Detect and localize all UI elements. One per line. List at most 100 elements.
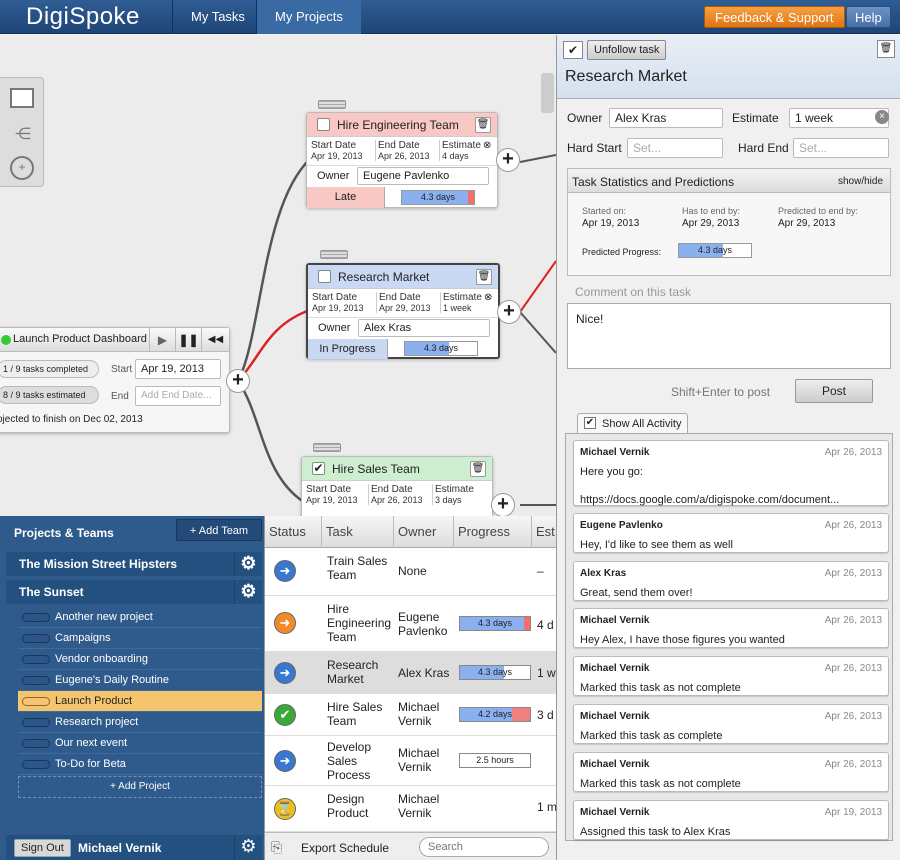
sidebar-project-selected[interactable]: Launch Product (18, 691, 262, 712)
hard-end-field[interactable]: Set... (793, 138, 889, 158)
team-item[interactable]: The Mission Street Hipsters ⚙ (6, 552, 262, 576)
start-date[interactable]: Apr 19, 2013 (311, 151, 363, 161)
add-subtask-icon[interactable]: + (491, 493, 515, 516)
add-subtask-icon[interactable]: + (496, 148, 520, 172)
toggle-icon[interactable] (22, 739, 50, 748)
end-date[interactable]: Apr 29, 2013 (379, 303, 431, 313)
start-date[interactable]: Apr 19, 2013 (312, 303, 364, 313)
sidebar-project[interactable]: Vendor onboarding (18, 649, 262, 670)
table-row[interactable]: ✔ Hire Sales Team Michael Vernik 4.2 day… (265, 694, 556, 736)
task-node-research-market[interactable]: Research Market 🗑 Start Date Apr 19, 2013 … (306, 263, 500, 359)
table-row[interactable]: ➜ Hire Engineering Team Eugene Pavlenko … (265, 596, 556, 652)
toggle-icon[interactable] (22, 718, 50, 727)
sign-out-button[interactable]: Sign Out (14, 839, 71, 857)
team-item[interactable]: The Sunset ⚙ (6, 580, 262, 604)
show-all-checkbox[interactable]: ✔ (584, 417, 596, 429)
drag-handle-icon[interactable] (318, 100, 346, 109)
add-subtask-icon[interactable]: + (497, 300, 521, 324)
end-date[interactable]: Apr 26, 2013 (378, 151, 430, 161)
owner-field[interactable]: Alex Kras (358, 319, 490, 337)
trash-icon[interactable]: 🗑 (877, 40, 895, 58)
toggle-icon[interactable] (22, 697, 50, 706)
drag-handle-icon[interactable] (313, 443, 341, 452)
table-row-selected[interactable]: ➜ Research Market Alex Kras 4.3 days 1 w (265, 652, 556, 694)
owner-field[interactable]: Eugene Pavlenko (357, 167, 489, 185)
column-status[interactable]: Status (265, 516, 322, 548)
table-row[interactable]: ⌛ Design Product Michael Vernik 1 m (265, 786, 556, 832)
estimate[interactable]: 1 week (443, 303, 472, 313)
center-target-icon[interactable]: + (10, 156, 34, 180)
nav-my-tasks[interactable]: My Tasks (172, 0, 263, 34)
panel-task-title[interactable]: Research Market (565, 68, 687, 86)
feedback-button[interactable]: Feedback & Support (704, 6, 845, 28)
show-hide-toggle[interactable]: show/hide (838, 176, 883, 187)
estimate-field[interactable]: 1 week (789, 108, 889, 128)
sidebar-project[interactable]: Eugene's Daily Routine (18, 670, 262, 691)
toggle-icon[interactable] (22, 634, 50, 643)
trash-icon[interactable]: 🗑 (475, 117, 491, 133)
column-task[interactable]: Task (322, 516, 394, 548)
task-node-hire-engineering[interactable]: Hire Engineering Team 🗑 Start Date Apr 19,… (306, 112, 498, 208)
toggle-icon[interactable] (22, 676, 50, 685)
task-node-hire-sales[interactable]: ✔ Hire Sales Team 🗑 Start Date Apr 19, 2013… (301, 456, 493, 516)
toggle-icon[interactable] (22, 655, 50, 664)
sidebar-project[interactable]: Our next event (18, 733, 262, 754)
column-estimate[interactable]: Est (532, 516, 556, 548)
complete-checkbox[interactable] (317, 118, 330, 131)
project-node[interactable]: Launch Product Dashboard ▶ ❚❚ ◀◀ 1 / 9 t… (0, 327, 230, 433)
table-row[interactable]: ➜ Train Sales Team None – (265, 548, 556, 596)
fit-view-icon[interactable] (10, 88, 34, 108)
add-team-button[interactable]: + Add Team (176, 519, 262, 541)
rewind-icon[interactable]: ◀◀ (201, 328, 229, 352)
project-title[interactable]: Launch Product Dashboard (13, 333, 147, 345)
gear-icon[interactable]: ⚙ (234, 580, 262, 604)
clear-estimate-icon[interactable]: ⊗ (484, 292, 492, 303)
sidebar-project[interactable]: To-Do for Beta (18, 754, 262, 775)
nav-my-projects[interactable]: My Projects (256, 0, 361, 34)
export-icon[interactable]: ⎘ (271, 839, 282, 856)
trash-icon[interactable]: 🗑 (476, 269, 492, 285)
table-row[interactable]: ➜ Develop Sales Process Michael Vernik 2… (265, 736, 556, 786)
gear-icon[interactable]: ⚙ (234, 552, 262, 576)
trash-icon[interactable]: 🗑 (470, 461, 486, 477)
project-canvas[interactable]: ⋲ + Hire Engineering Team 🗑 Start Date Apr… (0, 35, 556, 516)
tree-layout-icon[interactable]: ⋲ (8, 124, 38, 144)
sidebar-project[interactable]: Another new project (18, 607, 262, 628)
logo[interactable]: DigiSpoke (26, 3, 140, 31)
search-input[interactable] (419, 837, 549, 857)
show-all-activity-tab[interactable]: ✔ Show All Activity (577, 413, 689, 433)
play-icon[interactable]: ▶ (149, 328, 175, 352)
project-start-field[interactable]: Apr 19, 2013 (135, 359, 221, 379)
canvas-scrollbar[interactable] (541, 73, 554, 113)
status-badge[interactable]: Late (307, 187, 385, 208)
post-button[interactable]: Post (795, 379, 873, 403)
project-end-field[interactable]: Add End Date... (135, 386, 221, 406)
add-project-button[interactable]: + Add Project (18, 776, 262, 798)
start-date[interactable]: Apr 19, 2013 (306, 495, 358, 505)
check-icon[interactable]: ✔ (563, 41, 583, 59)
toggle-icon[interactable] (22, 613, 50, 622)
complete-checkbox-checked[interactable]: ✔ (312, 462, 325, 475)
clear-estimate-icon[interactable]: ⊗ (483, 140, 491, 151)
sidebar-project[interactable]: Campaigns (18, 628, 262, 649)
comment-input[interactable]: Nice! (567, 303, 891, 369)
complete-checkbox[interactable] (318, 270, 331, 283)
unfollow-task-button[interactable]: Unfollow task (587, 40, 667, 60)
export-schedule-button[interactable]: Export Schedule (301, 841, 389, 855)
end-date[interactable]: Apr 26, 2013 (371, 495, 423, 505)
column-progress[interactable]: Progress (454, 516, 532, 548)
owner-field[interactable]: Alex Kras (609, 108, 723, 128)
hard-start-field[interactable]: Set... (627, 138, 723, 158)
toggle-icon[interactable] (22, 760, 50, 769)
help-button[interactable]: Help (846, 6, 891, 28)
gear-icon[interactable]: ⚙ (234, 835, 262, 860)
status-badge[interactable]: In Progress (308, 339, 388, 359)
estimate[interactable]: 4 days (442, 151, 469, 161)
add-task-icon[interactable]: + (226, 369, 250, 393)
column-owner[interactable]: Owner (394, 516, 454, 548)
sidebar-project[interactable]: Research project (18, 712, 262, 733)
estimate[interactable]: 3 days (435, 495, 462, 505)
clear-icon[interactable]: × (875, 110, 889, 124)
pause-icon[interactable]: ❚❚ (175, 328, 201, 352)
drag-handle-icon[interactable] (320, 250, 348, 259)
